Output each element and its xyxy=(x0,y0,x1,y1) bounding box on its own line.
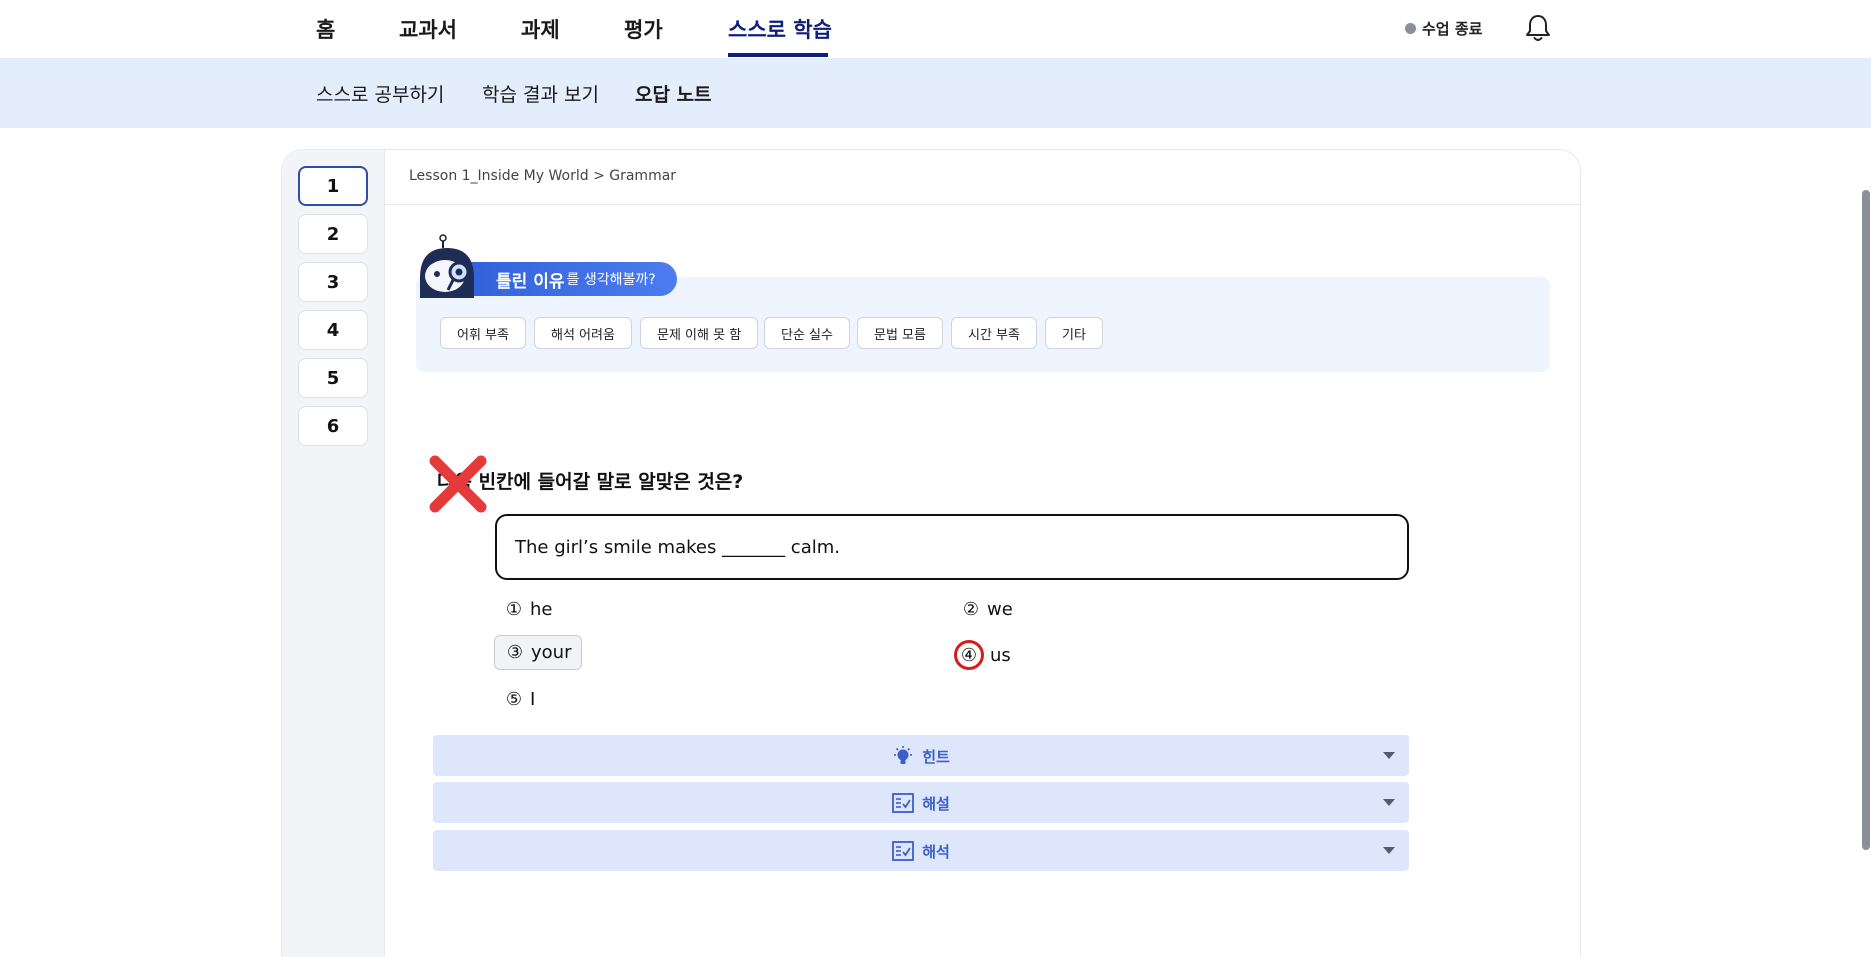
option-label: we xyxy=(987,599,1013,620)
option-1[interactable]: ① he xyxy=(504,599,553,620)
status-dot xyxy=(1405,23,1416,34)
option-3-selected[interactable]: ③ your xyxy=(494,635,583,670)
tab-textbook[interactable]: 교과서 xyxy=(399,14,457,44)
reason-chip-mistake[interactable]: 단순 실수 xyxy=(764,317,850,349)
tab-self-study[interactable]: 스스로 학습 xyxy=(728,14,832,44)
tab-evaluation[interactable]: 평가 xyxy=(624,14,663,44)
reason-chip-interpretation[interactable]: 해석 어려움 xyxy=(534,317,632,349)
option-label: us xyxy=(990,644,1011,666)
scrollbar-thumb[interactable] xyxy=(1862,190,1870,850)
wrong-x-icon xyxy=(429,455,487,513)
reason-chip-other[interactable]: 기타 xyxy=(1045,317,1103,349)
tab-assignment[interactable]: 과제 xyxy=(521,14,560,44)
reason-chip-vocabulary[interactable]: 어휘 부족 xyxy=(440,317,526,349)
end-class-label: 수업 종료 xyxy=(1422,20,1483,38)
top-navigation: 홈 교과서 과제 평가 스스로 학습 수업 종료 xyxy=(0,0,1871,58)
checklist-icon xyxy=(892,841,915,861)
tab-home[interactable]: 홈 xyxy=(316,14,335,44)
reason-chip-time[interactable]: 시간 부족 xyxy=(951,317,1037,349)
reason-chip-understanding[interactable]: 문제 이해 못 함 xyxy=(640,317,759,349)
option-number: ② xyxy=(962,599,980,620)
question-number-4[interactable]: 4 xyxy=(298,310,368,350)
checklist-icon xyxy=(892,793,915,813)
end-class-button[interactable]: 수업 종료 xyxy=(1405,18,1482,39)
wrong-reason-title-main: 틀린 이유 xyxy=(496,271,565,292)
option-number: ③ xyxy=(506,642,524,663)
bell-icon[interactable] xyxy=(1524,13,1552,43)
wrong-reason-title-suffix: 를 생각해볼까? xyxy=(566,272,656,288)
option-label: your xyxy=(531,642,572,663)
subnav-self-study[interactable]: 스스로 공부하기 xyxy=(316,80,444,107)
question-number-6[interactable]: 6 xyxy=(298,406,368,446)
wrong-answer-card: 1 2 3 4 5 6 Lesson 1_Inside My World > G… xyxy=(281,149,1581,957)
breadcrumb: Lesson 1_Inside My World > Grammar xyxy=(409,168,677,184)
active-tab-underline xyxy=(728,53,828,57)
explanation-label: 해설 xyxy=(922,795,950,813)
option-number: ⑤ xyxy=(505,689,523,710)
reason-chip-grammar[interactable]: 문법 모름 xyxy=(857,317,943,349)
correct-answer-circle: ④ xyxy=(954,640,984,670)
question-number-3[interactable]: 3 xyxy=(298,262,368,302)
chevron-down-icon xyxy=(1383,799,1395,806)
sentence-text: The girl’s smile makes _______ calm. xyxy=(515,537,840,558)
chevron-down-icon xyxy=(1383,752,1395,759)
question-number-list: 1 2 3 4 5 6 xyxy=(282,150,385,957)
subnav-wrong-answer-note[interactable]: 오답 노트 xyxy=(635,80,712,107)
translation-accordion[interactable]: 해석 xyxy=(433,830,1409,871)
sub-navigation: 스스로 공부하기 학습 결과 보기 오답 노트 xyxy=(0,58,1871,128)
explanation-accordion[interactable]: 해설 xyxy=(433,782,1409,823)
question-number-2[interactable]: 2 xyxy=(298,214,368,254)
question-number-1[interactable]: 1 xyxy=(298,166,368,206)
option-label: he xyxy=(530,599,553,620)
option-5[interactable]: ⑤ I xyxy=(504,689,535,710)
hint-label: 힌트 xyxy=(922,748,950,766)
lightbulb-icon xyxy=(894,746,913,764)
sentence-box: The girl’s smile makes _______ calm. xyxy=(495,514,1409,580)
hint-accordion[interactable]: 힌트 xyxy=(433,735,1409,776)
option-number: ① xyxy=(505,599,523,620)
question-number-5[interactable]: 5 xyxy=(298,358,368,398)
subnav-results[interactable]: 학습 결과 보기 xyxy=(482,80,599,107)
option-label: I xyxy=(530,689,536,710)
option-4-correct[interactable]: ④ us xyxy=(954,640,1011,670)
robot-mascot-icon xyxy=(420,234,474,298)
translation-label: 해석 xyxy=(922,843,950,861)
option-2[interactable]: ② we xyxy=(961,599,1013,620)
chevron-down-icon xyxy=(1383,847,1395,854)
breadcrumb-bar: Lesson 1_Inside My World > Grammar xyxy=(385,150,1580,205)
